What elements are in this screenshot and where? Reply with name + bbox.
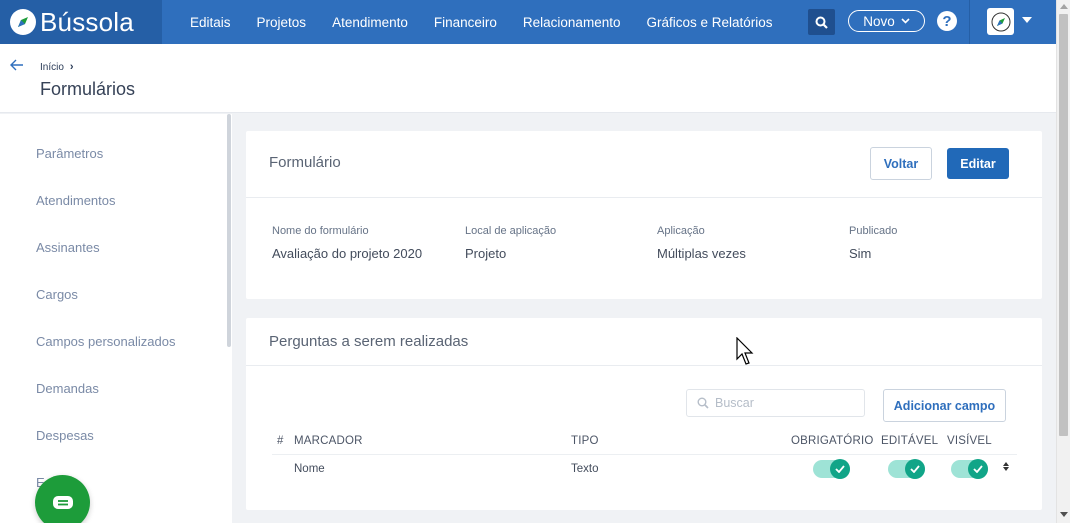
edit-button[interactable]: Editar (947, 148, 1009, 179)
nav-item-atendimento[interactable]: Atendimento (332, 15, 408, 30)
page-scrollbar[interactable] (1056, 0, 1070, 523)
app-logo[interactable]: Bússola (0, 0, 162, 44)
nav-item-graficos-relatorios[interactable]: Gráficos e Relatórios (646, 15, 772, 30)
compass-logo-icon (10, 9, 36, 35)
top-navbar: Bússola Editais Projetos Atendimento Fin… (0, 0, 1056, 44)
search-input[interactable]: Buscar (686, 389, 865, 417)
check-icon (968, 459, 988, 479)
table-header-divider (272, 454, 1017, 455)
search-icon (815, 16, 828, 29)
sidebar-item-cargos[interactable]: Cargos (36, 287, 78, 302)
column-header-tipo[interactable]: TIPO (571, 435, 599, 447)
breadcrumb-separator: › (69, 61, 74, 73)
chat-button[interactable] (35, 475, 90, 523)
column-header-number: # (277, 435, 284, 447)
back-arrow-icon[interactable] (10, 58, 24, 76)
chat-icon (52, 495, 73, 509)
page-header: Início › Formulários (0, 44, 1056, 113)
novo-dropdown-button[interactable]: Novo (848, 10, 925, 32)
app-name: Bússola (40, 6, 134, 37)
questions-card: Perguntas a serem realizadas Buscar Adic… (246, 318, 1042, 510)
chevron-down-icon (901, 18, 910, 24)
row-marcador: Nome (294, 463, 325, 475)
questions-card-title: Perguntas a serem realizadas (269, 333, 469, 350)
sidebar-item-despesas[interactable]: Despesas (36, 428, 94, 443)
cursor-icon (736, 336, 756, 372)
sort-icon[interactable] (1003, 462, 1009, 471)
field-label-local: Local de aplicação (465, 225, 557, 237)
row-tipo: Texto (571, 463, 599, 475)
breadcrumb-inicio[interactable]: Início (40, 62, 64, 73)
column-header-visivel[interactable]: VISÍVEL (947, 435, 992, 447)
search-placeholder: Buscar (715, 396, 754, 410)
field-label-nome: Nome do formulário (272, 225, 369, 237)
toggle-obrigatorio[interactable] (813, 459, 850, 479)
field-label-publicado: Publicado (849, 225, 898, 237)
check-icon (905, 459, 925, 479)
scroll-up-arrow[interactable] (1060, 4, 1068, 9)
toggle-editavel[interactable] (888, 459, 925, 479)
field-value-aplicacao: Múltiplas vezes (657, 246, 746, 261)
toggle-visivel[interactable] (951, 459, 988, 479)
help-icon[interactable]: ? (937, 11, 957, 31)
search-icon (697, 397, 709, 409)
questions-card-divider (246, 365, 1042, 366)
scroll-down-arrow[interactable] (1060, 512, 1068, 517)
nav-divider (969, 0, 970, 44)
field-value-nome: Avaliação do projeto 2020 (272, 246, 423, 261)
form-card-divider (246, 197, 1042, 198)
nav-item-projetos[interactable]: Projetos (257, 15, 307, 30)
avatar-icon[interactable] (987, 8, 1014, 35)
breadcrumb: Início › (40, 61, 74, 73)
search-button[interactable] (808, 9, 835, 35)
page-title: Formulários (40, 79, 136, 99)
form-card: Formulário Voltar Editar Nome do formulá… (246, 131, 1042, 299)
sidebar-item-assinantes[interactable]: Assinantes (36, 240, 100, 255)
column-header-marcador[interactable]: MARCADOR (294, 435, 363, 447)
back-button[interactable]: Voltar (870, 147, 932, 180)
sidebar-item-parametros[interactable]: Parâmetros (36, 146, 103, 161)
nav-item-editais[interactable]: Editais (190, 15, 231, 30)
caret-down-icon[interactable] (1022, 17, 1032, 23)
add-field-button[interactable]: Adicionar campo (883, 389, 1006, 422)
field-label-aplicacao: Aplicação (657, 225, 705, 237)
nav-item-financeiro[interactable]: Financeiro (434, 15, 497, 30)
scroll-thumb[interactable] (1059, 14, 1068, 436)
sidebar: Parâmetros Atendimentos Assinantes Cargo… (0, 114, 232, 523)
field-value-publicado: Sim (849, 246, 872, 261)
main-nav: Editais Projetos Atendimento Financeiro … (177, 15, 786, 30)
form-card-title: Formulário (269, 154, 341, 171)
sidebar-item-campos-personalizados[interactable]: Campos personalizados (36, 334, 175, 349)
sidebar-item-atendimentos[interactable]: Atendimentos (36, 193, 116, 208)
nav-item-relacionamento[interactable]: Relacionamento (523, 15, 621, 30)
column-header-obrigatorio[interactable]: OBRIGATÓRIO (791, 435, 874, 447)
column-header-editavel[interactable]: EDITÁVEL (881, 435, 938, 447)
check-icon (830, 459, 850, 479)
sidebar-item-demandas[interactable]: Demandas (36, 381, 99, 396)
sidebar-scrollbar[interactable] (227, 114, 231, 347)
field-value-local: Projeto (465, 246, 507, 261)
novo-label: Novo (863, 13, 895, 29)
